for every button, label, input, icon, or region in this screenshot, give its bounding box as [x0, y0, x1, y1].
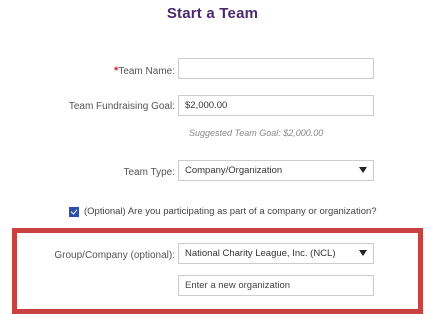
caret-down-icon — [359, 167, 367, 173]
team-type-label: Team Type: — [123, 167, 175, 178]
company-participation-checkbox[interactable] — [69, 206, 79, 217]
page-title: Start a Team — [166, 5, 259, 22]
team-name-label: *Team Name: — [114, 65, 175, 77]
group-company-select[interactable]: National Charity League, Inc. (NCL) — [178, 243, 374, 264]
team-name-label-text: Team Name: — [118, 66, 175, 77]
group-company-selected: National Charity League, Inc. (NCL) — [185, 248, 336, 259]
group-company-label: Group/Company (optional): — [54, 250, 175, 261]
company-participation-label: (Optional) Are you participating as part… — [84, 206, 377, 217]
caret-down-icon — [359, 250, 367, 256]
company-participation-row: (Optional) Are you participating as part… — [69, 206, 377, 217]
new-organization-input[interactable]: Enter a new organization — [178, 275, 374, 296]
group-company-highlight-box — [12, 228, 423, 314]
team-type-select[interactable]: Company/Organization — [178, 160, 374, 181]
team-name-input[interactable] — [178, 58, 374, 79]
suggested-goal-hint: Suggested Team Goal: $2,000.00 — [189, 128, 324, 138]
team-type-selected: Company/Organization — [185, 165, 283, 176]
fundraising-goal-input[interactable]: $2,000.00 — [178, 95, 374, 116]
fundraising-goal-label: Team Fundraising Goal: — [68, 101, 175, 112]
